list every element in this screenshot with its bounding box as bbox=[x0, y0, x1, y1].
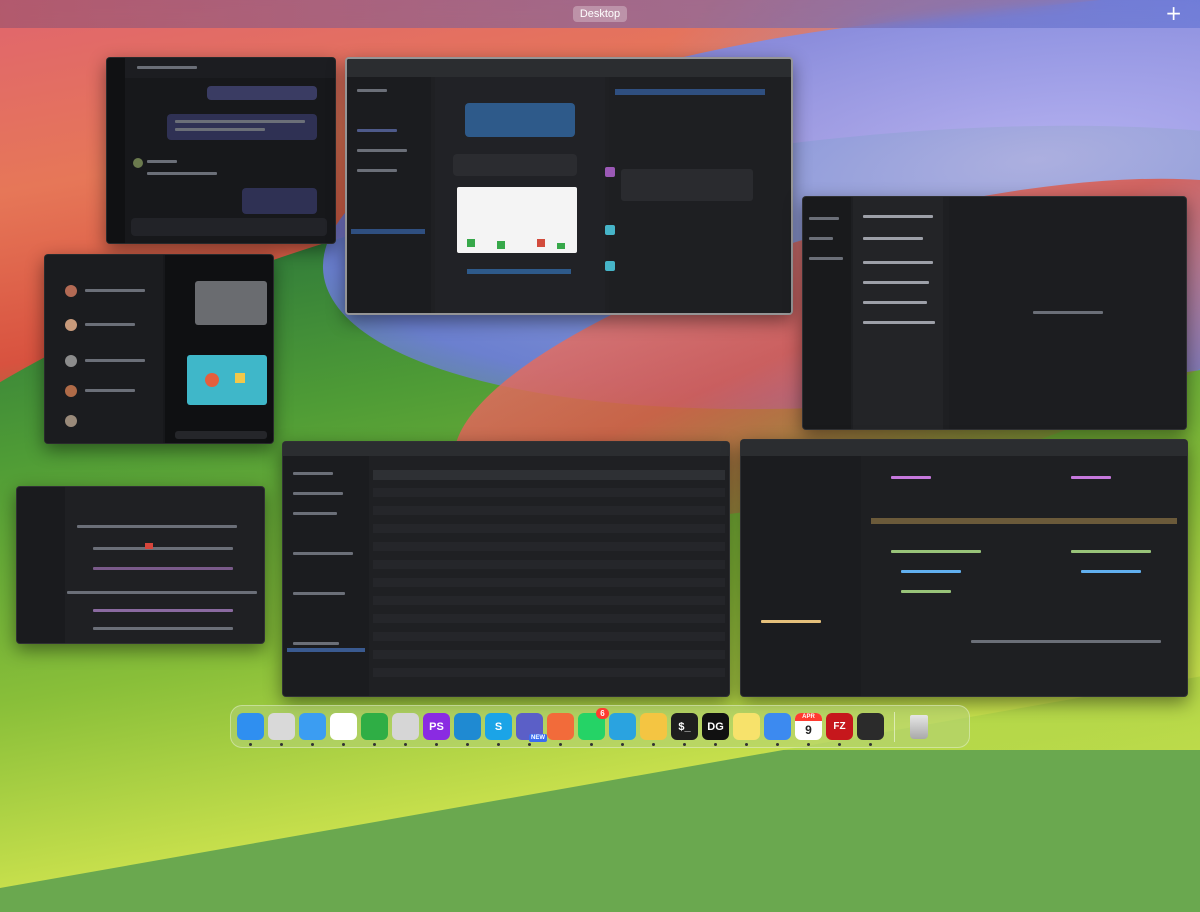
dock-item-finder[interactable] bbox=[237, 713, 264, 746]
message-bubble bbox=[465, 103, 575, 137]
running-indicator bbox=[497, 743, 500, 746]
running-indicator bbox=[280, 743, 283, 746]
mission-control-spaces-bar: Desktop + bbox=[0, 0, 1200, 28]
dock-item-whatsapp[interactable]: 6 bbox=[578, 708, 609, 746]
running-indicator bbox=[559, 743, 562, 746]
running-indicator bbox=[683, 743, 686, 746]
result-grid bbox=[373, 470, 725, 684]
editor-window[interactable] bbox=[802, 196, 1187, 430]
dock-item-notes[interactable] bbox=[733, 713, 760, 746]
file-tree bbox=[741, 456, 861, 696]
running-indicator bbox=[528, 743, 531, 746]
dock-item-terminal[interactable]: $_ bbox=[671, 713, 698, 746]
message-input[interactable] bbox=[131, 218, 327, 236]
dock-item-pencil-app[interactable] bbox=[547, 713, 574, 746]
dock-item-numbers[interactable] bbox=[361, 713, 388, 746]
dock-item-chrome[interactable] bbox=[330, 713, 357, 746]
running-indicator bbox=[621, 743, 624, 746]
avatar bbox=[65, 415, 77, 427]
dock-item-cyberduck[interactable] bbox=[640, 713, 667, 746]
window-toolbar bbox=[347, 59, 791, 77]
dock-separator bbox=[894, 711, 895, 742]
dock-item-vscode[interactable] bbox=[454, 713, 481, 746]
dock-item-safari[interactable] bbox=[299, 713, 326, 746]
message-bubble bbox=[207, 86, 317, 100]
window-sidebar bbox=[107, 58, 125, 243]
running-indicator bbox=[373, 743, 376, 746]
ide-window[interactable] bbox=[345, 57, 793, 315]
running-indicator bbox=[714, 743, 717, 746]
terminal-icon: $_ bbox=[678, 720, 691, 733]
dock-item-skype[interactable]: S bbox=[485, 713, 512, 746]
dock-item-activity-monitor[interactable] bbox=[857, 713, 884, 746]
dock-item-launchpad[interactable] bbox=[268, 713, 295, 746]
spreadsheet-window[interactable] bbox=[16, 486, 265, 644]
image-message bbox=[187, 355, 267, 405]
selected-file-row[interactable] bbox=[351, 229, 425, 234]
link-row[interactable] bbox=[467, 269, 571, 274]
dock-item-telegram[interactable] bbox=[609, 713, 636, 746]
dock-item-trash[interactable] bbox=[905, 713, 932, 740]
running-indicator bbox=[590, 743, 593, 746]
running-indicator bbox=[838, 743, 841, 746]
running-indicator bbox=[869, 743, 872, 746]
calendar-month-label: APR bbox=[795, 713, 822, 721]
highlighted-line bbox=[871, 518, 1177, 524]
chat-window[interactable] bbox=[106, 57, 336, 244]
dock-item-filezilla[interactable]: FZ bbox=[826, 713, 853, 746]
filezilla-icon: FZ bbox=[833, 721, 846, 732]
database-window[interactable] bbox=[282, 441, 730, 697]
editor-tab[interactable] bbox=[615, 89, 765, 95]
list-panel bbox=[853, 197, 943, 429]
image-message bbox=[195, 281, 267, 325]
window-toolbar bbox=[741, 440, 1187, 456]
notification-badge: 6 bbox=[596, 708, 609, 719]
message-bubble bbox=[453, 154, 577, 176]
dock-item-calendar[interactable]: 9 APR bbox=[795, 713, 822, 746]
window-toolbar bbox=[283, 442, 729, 456]
desktop-space-label[interactable]: Desktop bbox=[573, 6, 627, 22]
running-indicator bbox=[311, 743, 314, 746]
avatar bbox=[65, 355, 77, 367]
avatar bbox=[65, 385, 77, 397]
dock-item-affinity[interactable] bbox=[392, 713, 419, 746]
avatar bbox=[133, 158, 143, 168]
running-indicator bbox=[435, 743, 438, 746]
calendar-icon: 9 bbox=[805, 722, 812, 737]
running-indicator bbox=[776, 743, 779, 746]
grid-header bbox=[373, 470, 725, 480]
running-indicator bbox=[404, 743, 407, 746]
selected-table-row[interactable] bbox=[287, 648, 365, 652]
message-bubble bbox=[242, 188, 317, 214]
dock-item-mail[interactable] bbox=[764, 713, 791, 746]
trash-icon bbox=[909, 714, 928, 739]
datagrip-icon: DG bbox=[707, 720, 724, 733]
message-input[interactable] bbox=[175, 431, 267, 439]
dock-item-phpstorm[interactable]: PS bbox=[423, 713, 450, 746]
add-space-button[interactable]: + bbox=[1165, 2, 1182, 24]
dock: PS S NEW 6 $_ DG 9 APR FZ bbox=[230, 705, 970, 748]
avatar bbox=[65, 319, 77, 331]
messenger-window[interactable] bbox=[44, 254, 274, 444]
file-tree bbox=[803, 197, 851, 429]
chat-list bbox=[45, 255, 163, 443]
sidebar-panel bbox=[17, 487, 65, 643]
avatar bbox=[65, 285, 77, 297]
running-indicator bbox=[745, 743, 748, 746]
message-bubble bbox=[167, 114, 317, 140]
skype-icon: S bbox=[494, 720, 503, 733]
phpstorm-icon: PS bbox=[429, 720, 444, 733]
project-panel bbox=[347, 77, 431, 313]
running-indicator bbox=[807, 743, 810, 746]
running-indicator bbox=[342, 743, 345, 746]
running-indicator bbox=[652, 743, 655, 746]
new-tag: NEW bbox=[529, 734, 547, 742]
dock-item-datagrip[interactable]: DG bbox=[702, 713, 729, 746]
running-indicator bbox=[249, 743, 252, 746]
dock-item-teams[interactable]: NEW bbox=[516, 713, 547, 746]
running-indicator bbox=[466, 743, 469, 746]
code-editor-window[interactable] bbox=[740, 439, 1188, 697]
